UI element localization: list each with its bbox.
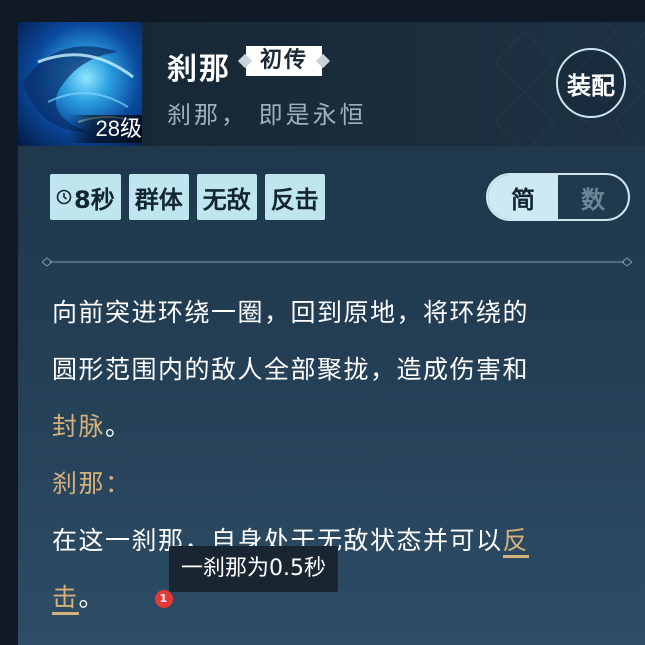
description-mode-toggle[interactable]: 简 数 (486, 173, 630, 221)
skill-motto: 刹那， 即是永恒 (167, 101, 367, 129)
toggle-simple[interactable]: 简 (488, 175, 558, 219)
tag-target: 群体 (128, 174, 189, 220)
keyword-counter-2[interactable]: 击 (52, 583, 79, 615)
skill-name: 刹那 (167, 52, 231, 87)
skill-tags: 8秒 群体 无敌 反击 (50, 174, 325, 220)
note-tooltip: 一刹那为0.5秒 (169, 546, 338, 592)
cooldown-value: 8秒 (74, 185, 115, 214)
desc-line-3: 封脉。 (52, 398, 632, 455)
skill-icon[interactable]: 28级 (18, 22, 142, 146)
divider (42, 257, 632, 267)
note-marker[interactable]: 1 (155, 590, 174, 608)
skill-description: 向前突进环绕一圈，回到原地，将环绕的 圆形范围内的敌人全部聚拢，造成伤害和 封脉… (52, 284, 632, 626)
clock-icon (56, 189, 72, 205)
toggle-numeric[interactable]: 数 (558, 175, 628, 219)
skill-panel: 28级 刹那 初传 刹那， 即是永恒 装配 8秒 群体 无敌 反击 简 数 向前… (18, 22, 645, 645)
tag-invincible: 无敌 (196, 174, 257, 220)
rank-tag: 初传 (237, 45, 331, 77)
desc-subtitle: 刹那： (52, 469, 132, 498)
desc-line-4: 在这一刹那，自身处于无敌状态并可以反 (52, 512, 632, 569)
tag-cooldown: 8秒 (50, 174, 121, 220)
keyword-fengmai[interactable]: 封脉 (52, 412, 105, 441)
desc-line-5-end: 。 (78, 583, 106, 612)
desc-line-3-end: 。 (105, 412, 132, 441)
tag-counter: 反击 (264, 174, 325, 220)
skill-header: 28级 刹那 初传 刹那， 即是永恒 装配 (18, 22, 645, 146)
skill-level: 28级 (68, 115, 142, 143)
desc-line-5: 击。 1 (52, 569, 632, 626)
desc-line-2: 圆形范围内的敌人全部聚拢，造成伤害和 (52, 355, 530, 384)
equip-button[interactable]: 装配 (556, 48, 626, 118)
desc-line-1: 向前突进环绕一圈，回到原地，将环绕的 (52, 298, 530, 327)
keyword-counter-1[interactable]: 反 (502, 526, 530, 558)
rank-text: 初传 (246, 46, 323, 76)
